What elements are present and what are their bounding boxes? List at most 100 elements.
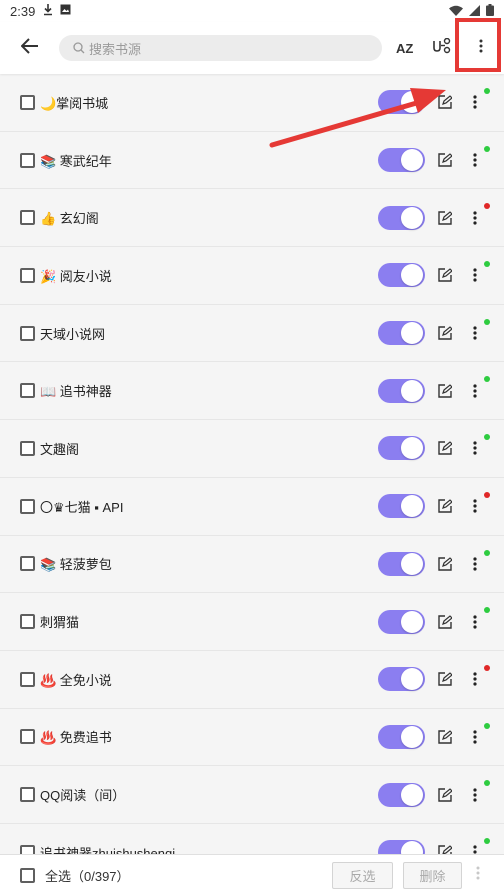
- bottom-more-icon[interactable]: [476, 866, 480, 885]
- list-item[interactable]: 🎉 阅友小说: [0, 247, 504, 305]
- list-item[interactable]: 刺猬猫: [0, 593, 504, 651]
- source-name: ♨️ 全免小说: [40, 672, 112, 688]
- more-vertical-icon[interactable]: [468, 612, 482, 632]
- annotation-highlight-box: [455, 18, 501, 72]
- source-checkbox[interactable]: [20, 729, 35, 745]
- source-checkbox[interactable]: [20, 556, 35, 572]
- more-vertical-icon[interactable]: [468, 381, 482, 401]
- edit-icon[interactable]: [437, 94, 453, 110]
- status-dot: [484, 261, 490, 268]
- select-all-checkbox[interactable]: [20, 868, 35, 883]
- source-enable-switch[interactable]: [378, 378, 425, 403]
- edit-icon[interactable]: [437, 671, 453, 687]
- switch-knob: [401, 322, 423, 345]
- source-checkbox[interactable]: [20, 94, 35, 110]
- source-checkbox[interactable]: [20, 787, 35, 803]
- source-checkbox[interactable]: [20, 383, 35, 399]
- edit-icon[interactable]: [437, 210, 453, 226]
- switch-knob: [401, 552, 423, 575]
- bottom-action-bar: 全选（0/397） 反选 删除: [0, 854, 504, 896]
- list-item[interactable]: QQ阅读（间）: [0, 766, 504, 824]
- delete-button[interactable]: 删除: [403, 862, 462, 889]
- source-checkbox[interactable]: [20, 210, 35, 226]
- edit-icon[interactable]: [437, 383, 453, 399]
- more-vertical-icon[interactable]: [468, 150, 482, 170]
- source-checkbox[interactable]: [20, 614, 35, 630]
- list-item[interactable]: 🌙掌阅书城: [0, 74, 504, 132]
- status-dot: [484, 491, 490, 498]
- more-vertical-icon[interactable]: [468, 727, 482, 747]
- more-vertical-icon[interactable]: [468, 842, 482, 854]
- source-enable-switch[interactable]: [378, 494, 425, 519]
- list-item[interactable]: 天域小说网: [0, 305, 504, 363]
- list-item[interactable]: 文趣阁: [0, 420, 504, 478]
- source-name: 📚 寒武纪年: [40, 153, 112, 169]
- status-dot: [484, 664, 490, 671]
- select-all-label[interactable]: 全选（0/397）: [45, 866, 130, 885]
- more-vertical-icon[interactable]: [468, 669, 482, 689]
- list-item[interactable]: 📚 寒武纪年: [0, 132, 504, 190]
- source-enable-switch[interactable]: [378, 551, 425, 576]
- more-vertical-icon[interactable]: [468, 554, 482, 574]
- source-name: 📖 追书神器: [40, 384, 112, 400]
- more-vertical-icon[interactable]: [468, 265, 482, 285]
- edit-icon[interactable]: [437, 440, 453, 456]
- edit-icon[interactable]: [437, 267, 453, 283]
- more-vertical-icon[interactable]: [468, 496, 482, 516]
- status-dot: [484, 837, 490, 844]
- source-checkbox[interactable]: [20, 498, 35, 514]
- back-button[interactable]: [0, 22, 59, 74]
- list-item[interactable]: 📚 轻菠萝包: [0, 536, 504, 594]
- list-item[interactable]: ♨️ 全免小说: [0, 651, 504, 709]
- list-item[interactable]: 👍 玄幻阁: [0, 189, 504, 248]
- more-vertical-icon[interactable]: [468, 785, 482, 805]
- source-checkbox[interactable]: [20, 267, 35, 283]
- edit-icon[interactable]: [437, 556, 453, 572]
- list-item[interactable]: 📖 追书神器: [0, 362, 504, 421]
- source-checkbox[interactable]: [20, 152, 35, 168]
- edit-icon[interactable]: [437, 729, 453, 745]
- switch-knob: [401, 91, 423, 114]
- list-item[interactable]: 追书神器zhuishushenqi: [0, 824, 504, 854]
- edit-icon[interactable]: [437, 498, 453, 514]
- list-item[interactable]: ♨️ 免费追书: [0, 709, 504, 767]
- source-enable-switch[interactable]: [378, 90, 425, 115]
- list-item[interactable]: 〇♛七猫 ▪ API: [0, 478, 504, 536]
- source-enable-switch[interactable]: [378, 148, 425, 173]
- sort-button[interactable]: AZ: [384, 22, 425, 74]
- edit-icon[interactable]: [437, 325, 453, 341]
- source-enable-switch[interactable]: [378, 724, 425, 749]
- more-vertical-icon[interactable]: [468, 92, 482, 112]
- group-button[interactable]: [425, 22, 458, 74]
- book-source-list: 🌙掌阅书城 📚 寒武纪年 👍 玄幻阁 🎉 阅友小说 天域小说网 📖 追书神器文趣阁 〇♛七猫…: [0, 74, 504, 854]
- group-icon: [433, 37, 451, 59]
- more-vertical-icon[interactable]: [468, 438, 482, 458]
- edit-icon[interactable]: [437, 152, 453, 168]
- top-toolbar: 搜索书源 AZ: [0, 22, 504, 74]
- switch-knob: [401, 264, 423, 287]
- source-enable-switch[interactable]: [378, 840, 425, 854]
- source-enable-switch[interactable]: [378, 436, 425, 461]
- more-vertical-icon[interactable]: [468, 208, 482, 228]
- source-enable-switch[interactable]: [378, 263, 425, 288]
- source-enable-switch[interactable]: [378, 321, 425, 346]
- source-enable-switch[interactable]: [378, 667, 425, 692]
- status-dot: [484, 549, 490, 556]
- back-arrow-icon: [20, 37, 39, 59]
- source-enable-switch[interactable]: [378, 205, 425, 230]
- search-input[interactable]: 搜索书源: [59, 35, 382, 61]
- invert-selection-button[interactable]: 反选: [332, 862, 393, 889]
- source-checkbox[interactable]: [20, 844, 35, 854]
- source-name: ♨️ 免费追书: [40, 730, 112, 746]
- source-enable-switch[interactable]: [378, 782, 425, 807]
- battery-icon: [486, 3, 494, 19]
- source-enable-switch[interactable]: [378, 609, 425, 634]
- wifi-icon: [449, 4, 463, 19]
- edit-icon[interactable]: [437, 844, 453, 854]
- edit-icon[interactable]: [437, 614, 453, 630]
- edit-icon[interactable]: [437, 787, 453, 803]
- more-vertical-icon[interactable]: [468, 323, 482, 343]
- source-checkbox[interactable]: [20, 325, 35, 341]
- source-checkbox[interactable]: [20, 440, 35, 456]
- source-checkbox[interactable]: [20, 671, 35, 687]
